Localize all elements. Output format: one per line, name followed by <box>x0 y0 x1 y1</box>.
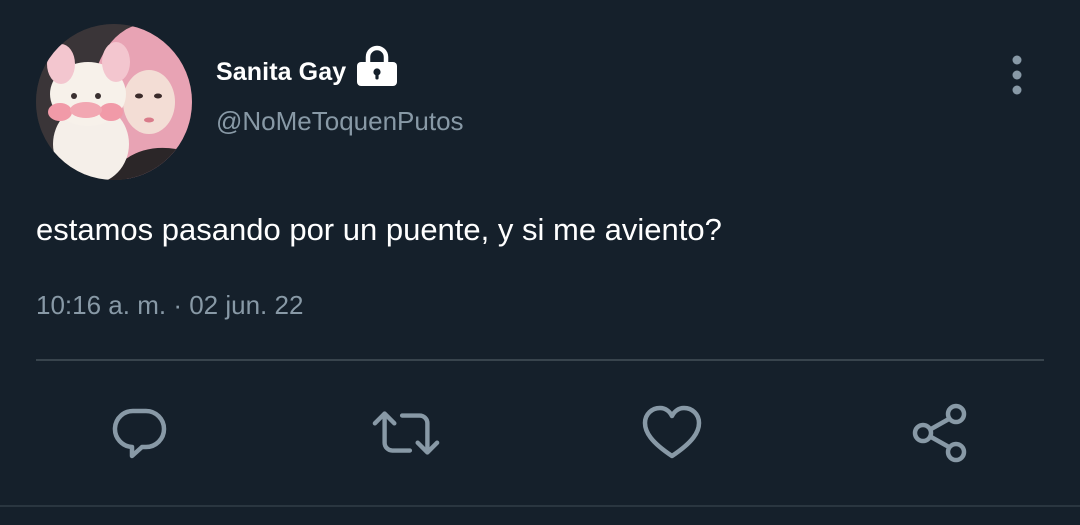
tweet-timestamp[interactable]: 10:16 a. m. · 02 jun. 22 <box>36 290 303 321</box>
divider <box>36 359 1044 361</box>
retweet-icon <box>372 411 440 455</box>
user-handle[interactable]: @NoMeToquenPutos <box>216 106 464 137</box>
bottom-divider <box>0 505 1080 507</box>
reply-icon <box>112 408 167 459</box>
share-icon <box>912 403 967 463</box>
avatar[interactable] <box>36 24 192 180</box>
tweet-text: estamos pasando por un puente, y si me a… <box>36 212 722 247</box>
avatar-image <box>36 24 192 180</box>
reply-button[interactable] <box>105 398 175 468</box>
tweet-time: 10:16 a. m. <box>36 290 167 320</box>
share-button[interactable] <box>905 398 975 468</box>
meta-separator: · <box>173 290 182 320</box>
more-options-icon[interactable] <box>1002 54 1032 96</box>
display-name[interactable]: Sanita Gay <box>216 58 346 87</box>
display-name-row: Sanita Gay <box>216 45 398 94</box>
like-button[interactable] <box>637 398 707 468</box>
tweet-date: 02 jun. 22 <box>189 290 304 320</box>
lock-icon <box>356 44 398 88</box>
retweet-button[interactable] <box>371 398 441 468</box>
heart-icon <box>642 405 702 459</box>
tweet-detail: Sanita Gay @NoMeToquenPutos estamos pasa… <box>0 0 1080 525</box>
